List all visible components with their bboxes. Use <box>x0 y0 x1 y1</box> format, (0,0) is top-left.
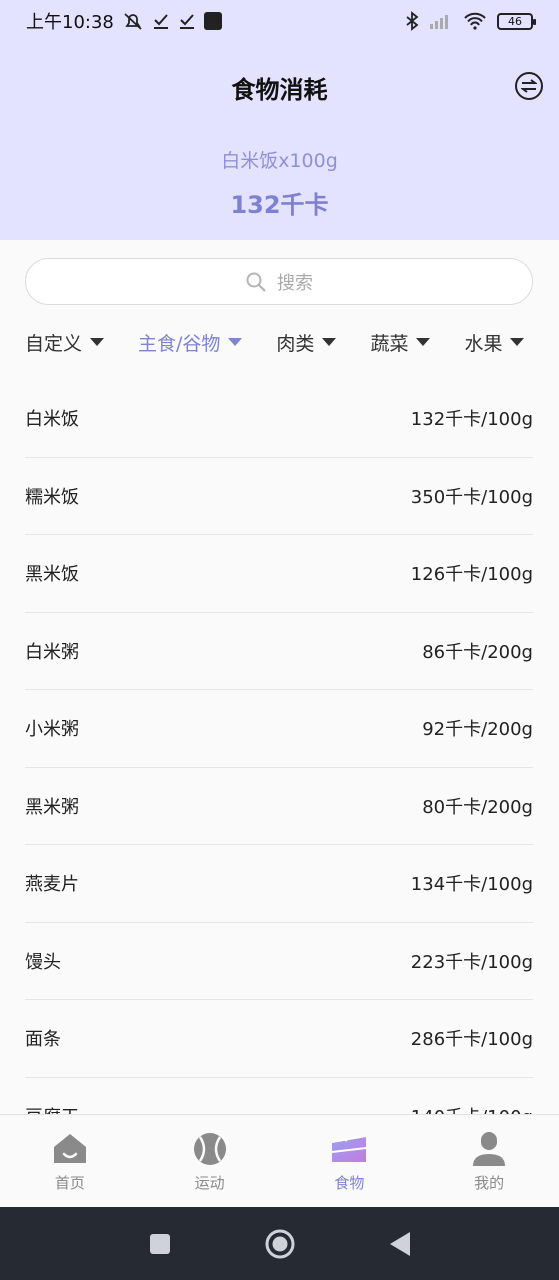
wifi-icon <box>464 12 486 30</box>
dropdown-arrow-icon <box>228 338 243 346</box>
signal-icon <box>430 15 448 29</box>
food-name: 白米饭 <box>25 409 79 431</box>
list-item[interactable]: 白米饭 132千卡/100g <box>25 380 533 458</box>
check-download-icon <box>179 14 194 29</box>
category-label: 肉类 <box>276 332 315 355</box>
dropdown-arrow-icon <box>90 338 105 346</box>
check-download-icon <box>153 14 168 29</box>
bluetooth-icon <box>406 11 419 31</box>
category-tabs: 自定义 主食/谷物 肉类 蔬菜 水果 <box>25 324 559 360</box>
food-name: 白米粥 <box>25 641 79 663</box>
category-custom[interactable]: 自定义 <box>25 329 105 356</box>
dropdown-arrow-icon <box>510 338 525 346</box>
category-label: 水果 <box>464 332 503 355</box>
category-label: 主食/谷物 <box>138 332 221 355</box>
food-list: 白米饭 132千卡/100g 糯米饭 350千卡/100g 黑米饭 126千卡/100… <box>25 380 533 1114</box>
list-item[interactable]: 黑米饭 126千卡/100g <box>25 535 533 613</box>
back-triangle-icon[interactable] <box>388 1231 412 1257</box>
list-item[interactable]: 白米粥 86千卡/200g <box>25 613 533 690</box>
list-item[interactable]: 小米粥 92千卡/200g <box>25 690 533 768</box>
food-calories: 286千卡/100g <box>410 1029 533 1051</box>
dropdown-arrow-icon <box>322 338 337 346</box>
battery-icon: 46 <box>497 12 536 30</box>
food-name: 馒头 <box>25 951 61 973</box>
tab-label: 运动 <box>194 1173 225 1192</box>
cake-icon <box>332 1134 367 1162</box>
tab-label: 食物 <box>334 1173 365 1192</box>
food-calories: 126千卡/100g <box>410 564 533 586</box>
food-calories: 223千卡/100g <box>410 951 533 973</box>
home-icon <box>53 1133 86 1163</box>
notification-square-icon <box>203 12 222 30</box>
search-placeholder: 搜索 <box>277 272 313 294</box>
swap-icon <box>521 79 537 93</box>
header: 食物消耗 白米饭x100g 132千卡 <box>0 42 559 240</box>
food-calories: 140千卡/100g <box>411 1103 533 1114</box>
selected-food: 白米饭x100g <box>221 150 338 172</box>
list-item[interactable]: 豆腐干 140千卡/100g <box>25 1078 533 1114</box>
bottom-tab-bar: 首页 运动 食物 我的 <box>0 1114 559 1207</box>
food-calories: 350千卡/100g <box>410 486 533 508</box>
food-calories: 132千卡/100g <box>410 409 533 431</box>
category-label: 自定义 <box>25 332 83 355</box>
category-fruit[interactable]: 水果 <box>464 329 525 356</box>
category-label: 蔬菜 <box>370 332 409 355</box>
tab-profile[interactable]: 我的 <box>419 1115 559 1207</box>
tab-home[interactable]: 首页 <box>0 1115 140 1207</box>
category-vegetable[interactable]: 蔬菜 <box>370 329 431 356</box>
food-name: 黑米粥 <box>25 796 79 818</box>
list-item[interactable]: 黑米粥 80千卡/200g <box>25 768 533 845</box>
tab-label: 首页 <box>54 1173 85 1192</box>
filter-button[interactable] <box>515 72 543 100</box>
list-item[interactable]: 糯米饭 350千卡/100g <box>25 458 533 535</box>
food-name: 燕麦片 <box>25 874 79 896</box>
list-item[interactable]: 馒头 223千卡/100g <box>25 923 533 1000</box>
selected-calories: 132千卡 <box>230 191 329 219</box>
tab-sports[interactable]: 运动 <box>140 1115 280 1207</box>
food-name: 糯米饭 <box>25 486 79 508</box>
home-circle-icon[interactable] <box>264 1228 296 1260</box>
food-name: 面条 <box>25 1029 61 1051</box>
mute-bell-icon <box>124 13 142 30</box>
battery-level: 46 <box>508 14 522 28</box>
search-icon <box>246 272 266 292</box>
tennis-ball-icon <box>193 1132 226 1165</box>
status-bar: 上午10:38 46 <box>0 0 559 42</box>
search-input[interactable]: 搜索 <box>25 258 533 305</box>
list-item[interactable]: 燕麦片 134千卡/100g <box>25 845 533 923</box>
food-name: 小米粥 <box>25 719 79 741</box>
category-staple[interactable]: 主食/谷物 <box>138 329 243 356</box>
food-name: 豆腐干 <box>25 1103 79 1114</box>
system-nav-bar <box>0 1207 559 1280</box>
user-icon <box>473 1131 506 1166</box>
food-calories: 92千卡/200g <box>422 719 533 741</box>
status-time: 上午10:38 <box>26 12 114 33</box>
tab-food[interactable]: 食物 <box>280 1115 420 1207</box>
dropdown-arrow-icon <box>416 338 431 346</box>
food-calories: 86千卡/200g <box>422 641 533 663</box>
page-title: 食物消耗 <box>231 76 328 104</box>
food-calories: 134千卡/100g <box>410 874 533 896</box>
tab-label: 我的 <box>474 1173 505 1192</box>
list-item[interactable]: 面条 286千卡/100g <box>25 1000 533 1078</box>
food-name: 黑米饭 <box>25 564 79 586</box>
recents-square-icon[interactable] <box>148 1232 172 1256</box>
category-meat[interactable]: 肉类 <box>276 329 337 356</box>
food-calories: 80千卡/200g <box>422 796 533 818</box>
